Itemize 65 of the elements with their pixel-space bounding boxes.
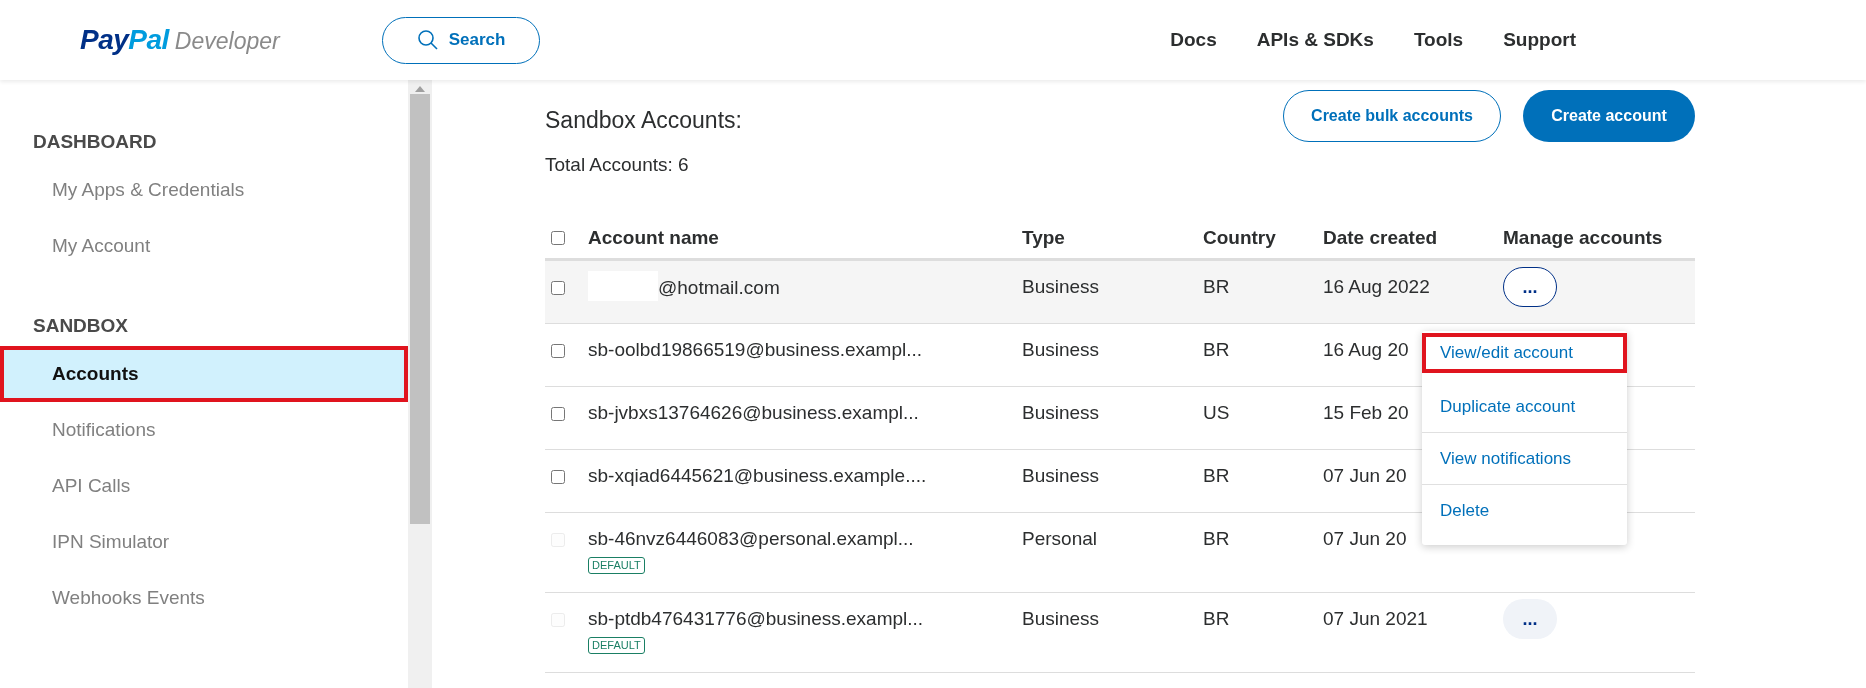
total-accounts: Total Accounts: 6 (545, 154, 690, 176)
country-code: BR (1203, 338, 1230, 362)
sidebar-item[interactable]: Notifications (0, 402, 408, 458)
section-heading: SANDBOX (32, 314, 129, 338)
country-code: BR (1203, 607, 1230, 631)
menu-item[interactable]: View notifications (1422, 433, 1627, 485)
scrollbar-thumb[interactable] (410, 94, 430, 524)
account-name: sb-jvbxs13764626@business.exampl... (588, 401, 919, 425)
nav-link[interactable]: Tools (1413, 29, 1464, 51)
nav-link[interactable]: Support (1503, 29, 1576, 51)
account-type: Business (1022, 607, 1100, 631)
date-created: 15 Feb 20 (1323, 401, 1409, 425)
account-type: Business (1022, 275, 1100, 299)
sidebar-item[interactable]: Webhooks Events (0, 570, 408, 626)
select-all-checkbox[interactable] (551, 231, 565, 245)
column-header: Date created (1323, 227, 1439, 249)
section-heading: DASHBOARD (32, 130, 158, 154)
account-name: @hotmail.com (658, 276, 780, 300)
account-name: sb-46nvz6446083@personal.exampl... (588, 527, 914, 551)
account-name: sb-ptdb476431776@business.exampl... (588, 607, 924, 631)
account-type: Personal (1022, 527, 1097, 551)
search-button[interactable]: Search (382, 16, 540, 64)
scroll-up-icon (415, 86, 425, 92)
date-created: 16 Aug 20 (1323, 338, 1409, 362)
country-code: US (1203, 401, 1230, 425)
nav-link[interactable]: Docs (1170, 29, 1217, 51)
product-name: Developer (174, 28, 280, 55)
date-created: 07 Jun 20 (1323, 527, 1407, 551)
column-header: Country (1203, 227, 1277, 249)
date-created: 16 Aug 2022 (1323, 275, 1430, 299)
sidebar-item[interactable]: My Apps & Credentials (0, 162, 408, 218)
country-code: BR (1203, 527, 1230, 551)
menu-item[interactable]: View/edit account (1422, 333, 1627, 373)
search-icon (416, 29, 439, 51)
account-type: Business (1022, 338, 1100, 362)
logo-wordmark: PayPal (80, 24, 169, 56)
account-name: sb-xqiad6445621@business.example.... (588, 464, 927, 488)
default-badge: DEFAULT (588, 637, 645, 654)
manage-button[interactable]: ... (1503, 267, 1557, 307)
date-created: 07 Jun 2021 (1323, 607, 1428, 631)
create-bulk-button[interactable]: Create bulk accounts (1283, 90, 1501, 142)
default-badge: DEFAULT (588, 557, 645, 574)
row-checkbox[interactable] (551, 407, 565, 421)
column-header: Type (1022, 227, 1066, 249)
sidebar-item[interactable]: API Calls (0, 458, 408, 514)
create-account-button[interactable]: Create account (1523, 90, 1695, 142)
column-header: Account name (588, 227, 720, 249)
account-type: Business (1022, 401, 1100, 425)
row-checkbox[interactable] (551, 281, 565, 295)
scrollbar[interactable] (408, 80, 432, 688)
row-checkbox[interactable] (551, 344, 565, 358)
column-header: Manage accounts (1503, 227, 1664, 249)
country-code: BR (1203, 275, 1230, 299)
nav-link[interactable]: APIs & SDKs (1256, 29, 1374, 51)
page-title: Sandbox Accounts: (545, 107, 742, 134)
menu-item[interactable]: Delete (1422, 485, 1627, 537)
account-type: Business (1022, 464, 1100, 488)
menu-item[interactable]: Duplicate account (1422, 381, 1627, 433)
sidebar-item[interactable]: IPN Simulator (0, 514, 408, 570)
sidebar-item[interactable]: My Account (0, 218, 408, 274)
date-created: 07 Jun 20 (1323, 464, 1407, 488)
row-checkbox[interactable] (551, 470, 565, 484)
account-name: sb-oolbd19866519@business.exampl... (588, 338, 923, 362)
sidebar-item[interactable]: Accounts (0, 346, 408, 402)
country-code: BR (1203, 464, 1230, 488)
